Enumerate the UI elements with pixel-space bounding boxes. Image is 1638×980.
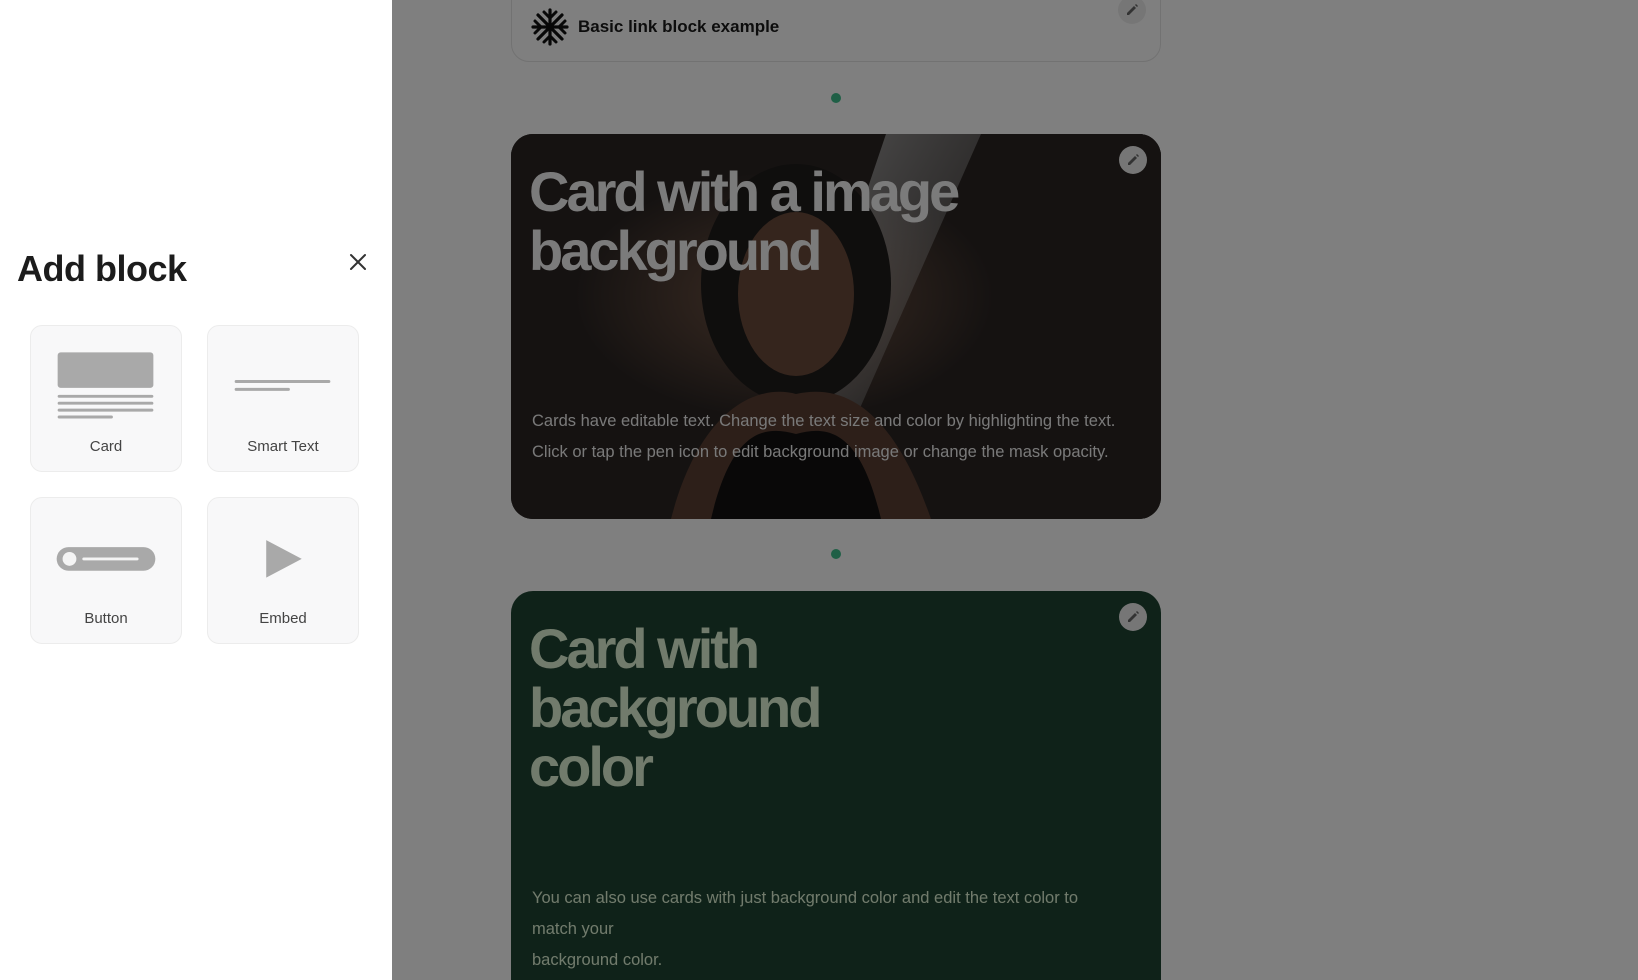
panel-title: Add block [17,248,187,289]
tile-label: Button [84,610,128,627]
embed-block-option[interactable]: Embed [207,497,359,644]
add-block-panel: Add block Card Smart Text Button Embed [0,0,392,980]
close-icon[interactable] [346,250,370,274]
play-embed-icon [266,540,302,578]
button-block-icon [56,547,156,571]
card-block-option[interactable]: Card [30,325,182,472]
tile-label: Embed [259,610,307,627]
smart-text-block-option[interactable]: Smart Text [207,325,359,472]
card-block-icon [57,352,154,419]
tile-label: Smart Text [247,438,319,455]
button-block-option[interactable]: Button [30,497,182,644]
tile-label: Card [89,438,123,455]
smart-text-block-icon [234,380,331,391]
